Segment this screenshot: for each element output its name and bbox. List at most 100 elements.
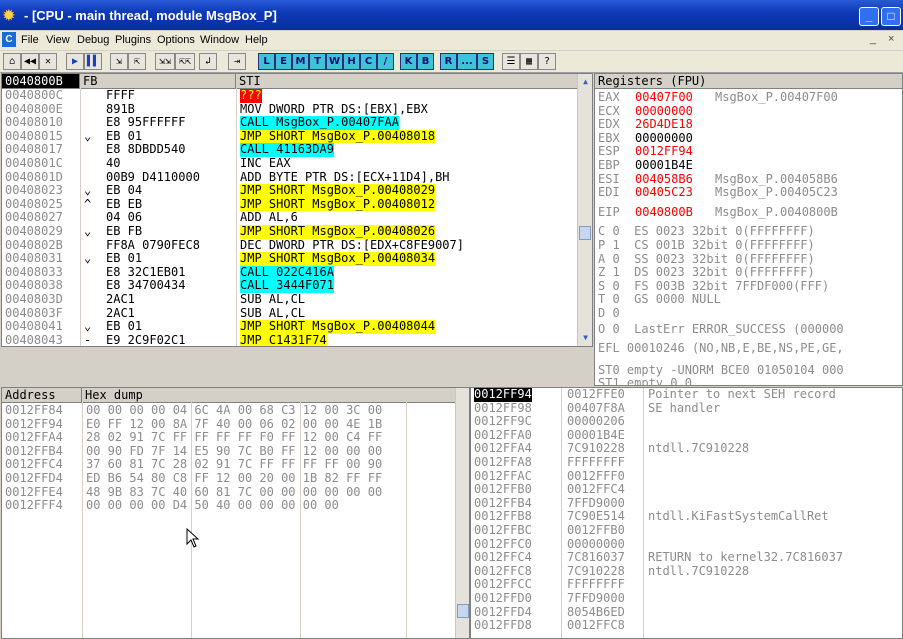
register-value[interactable]: 0040800B (635, 205, 693, 220)
flag-segment-row[interactable]: P 1 CS 001B 32bit 0(FFFFFFFF) (598, 238, 815, 253)
trace-over-icon[interactable]: ⇱⇱ (175, 53, 195, 70)
register-value[interactable]: 26D4DE18 (635, 118, 693, 132)
register-value[interactable]: 00407F00 (635, 90, 693, 105)
menu-debug[interactable]: Debug (77, 34, 109, 46)
disasm-scroll-thumb[interactable] (579, 226, 591, 240)
stack-row[interactable]: 0012FF9C 00000206 (471, 415, 902, 429)
register-row[interactable]: EDX 26D4DE18 (595, 118, 902, 132)
disasm-row[interactable]: 00408031 ⌄ EB 01 JMP SHORT MsgBox_P.0040803… (2, 252, 577, 266)
register-value[interactable]: 00000000 (635, 131, 693, 146)
close-program-icon[interactable]: ✕ (39, 53, 57, 70)
dump-hex-bytes[interactable]: 48 9B 83 7C 40 60 81 7C 00 00 00 00 00 0… (86, 485, 382, 500)
cpu-button[interactable]: C (360, 53, 377, 70)
registers-pane[interactable]: Registers (FPU) EAX 00407F00 MsgBox_P.0040… (594, 73, 903, 386)
scroll-down-icon[interactable]: ▼ (580, 332, 591, 343)
register-row[interactable]: ESI 004058B6 MsgBox_P.004058B6 (595, 172, 902, 187)
register-value[interactable]: 0012FF94 (635, 145, 693, 159)
stack-row[interactable]: 0012FF94 0012FFE0 Pointer to next SEH reco… (471, 388, 902, 402)
open-icon[interactable]: ⌂ (3, 53, 21, 70)
disasm-row[interactable]: 00408015 ⌄ EB 01 JMP SHORT MsgBox_P.0040801… (2, 129, 577, 144)
dump-row[interactable]: 0012FFA4 28 02 91 7C FF FF FF FF F0 FF 12… (2, 431, 455, 445)
list-icon[interactable]: ☰ (502, 53, 520, 70)
disasm-row[interactable]: 00408025 ^ EB EB JMP SHORT MsgBox_P.0040801… (2, 197, 577, 212)
stack-row[interactable]: 0012FF98 00407F8A SE handler (471, 401, 902, 416)
stack-row[interactable]: 0012FFB4 7FFD9000 (471, 496, 902, 511)
disasm-row[interactable]: 0040802B FF8A 0790FEC8 DEC DWORD PTR DS:[… (2, 238, 577, 253)
flag-segment-row[interactable]: Z 1 DS 0023 32bit 0(FFFFFFFF) (598, 266, 815, 280)
register-row[interactable]: ESP 0012FF94 (595, 145, 902, 159)
eflags-row[interactable]: EFL 00010246 (NO,NB,E,BE,NS,PE,GE, (598, 342, 844, 356)
dump-hex-bytes[interactable]: E0 FF 12 00 8A 7F 40 00 06 02 00 00 4E 1… (86, 417, 382, 432)
flag-segment-row[interactable]: T 0 GS 0000 NULL (598, 293, 721, 307)
flag-segment-row[interactable]: A 0 SS 0023 32bit 0(FFFFFFFF) (598, 252, 815, 267)
dump-hex-bytes[interactable]: ED B6 54 80 C8 FF 12 00 20 00 1B 82 FF F… (86, 471, 382, 486)
disasm-row[interactable]: 0040803F 2AC1 SUB AL,CL (2, 306, 577, 321)
register-row[interactable]: EAX 00407F00 MsgBox_P.00407F00 (595, 90, 902, 105)
stack-row[interactable]: 0012FFC4 7C816037 RETURN to kernel32.7C816… (471, 551, 902, 565)
register-row[interactable]: EBP 00001B4E (595, 158, 902, 173)
patches-button[interactable]: / (377, 53, 394, 70)
disasm-row[interactable]: 00408043 - E9 2C9F02C1 JMP C1431F74 (2, 333, 577, 346)
disasm-row[interactable]: 00408029 ⌄ EB FB JMP SHORT MsgBox_P.0040802… (2, 224, 577, 239)
cpu-child-icon[interactable]: C (2, 32, 16, 47)
menu-plugins[interactable]: Plugins (115, 34, 151, 46)
disassembly-pane[interactable]: 0040800B FB STI 0040800C FFFF??? 0040800E… (1, 73, 593, 347)
disasm-row[interactable]: 0040801D 00B9 D4110000 ADD BYTE PTR DS:[E… (2, 170, 577, 185)
flag-segment-row[interactable]: C 0 ES 0023 32bit 0(FFFFFFFF) (598, 225, 815, 239)
fpu-st0-row[interactable]: ST0 empty -UNORM BCE0 01050104 000 (598, 363, 844, 378)
stack-row[interactable]: 0012FFC0 00000000 (471, 537, 902, 552)
register-row[interactable]: EDI 00405C23 MsgBox_P.00405C23 (595, 186, 902, 200)
disasm-row[interactable]: 0040800C FFFF??? (2, 88, 577, 103)
menu-file[interactable]: File (21, 34, 39, 46)
register-row[interactable]: ECX 00000000 (595, 104, 902, 119)
run-trace-button[interactable]: ... (457, 53, 477, 70)
maximize-button[interactable]: □ (881, 7, 901, 26)
disasm-row[interactable]: 0040800E 891B MOV DWORD PTR DS:[EBX],EBX (2, 102, 577, 117)
fpu-st1-row[interactable]: ST1 empty 0.0 (598, 377, 692, 385)
stack-row[interactable]: 0012FFA0 00001B4E (471, 428, 902, 443)
disasm-row[interactable]: 00408023 ⌄ EB 04 JMP SHORT MsgBox_P.0040802… (2, 184, 577, 198)
dump-row[interactable]: 0012FFE4 48 9B 83 7C 40 60 81 7C 00 00 00… (2, 485, 455, 500)
register-row[interactable]: EBX 00000000 (595, 131, 902, 146)
pause-icon[interactable]: ▌▌ (84, 53, 102, 70)
source-button[interactable]: S (477, 53, 494, 70)
stack-row[interactable]: 0012FFB0 0012FFC4 (471, 483, 902, 497)
dump-row[interactable]: 0012FF94 E0 FF 12 00 8A 7F 40 00 06 02 00… (2, 417, 455, 432)
execute-till-return-icon[interactable]: ↲ (199, 53, 217, 70)
stack-row[interactable]: 0012FFD0 7FFD9000 (471, 591, 902, 606)
step-over-icon[interactable]: ⇱ (128, 53, 146, 70)
goto-address-icon[interactable]: ⇥ (228, 53, 246, 70)
menu-view[interactable]: View (46, 34, 70, 46)
dump-scrollbar[interactable] (455, 388, 469, 638)
step-into-icon[interactable]: ⇲ (110, 53, 128, 70)
stack-row[interactable]: 0012FFCC FFFFFFFF (471, 578, 902, 592)
dump-hex-bytes[interactable]: 00 00 00 00 D4 50 40 00 00 00 00 00 (86, 499, 339, 513)
disasm-scrollbar[interactable]: ▲ ▼ (577, 74, 592, 346)
menu-options[interactable]: Options (157, 34, 195, 46)
dump-row[interactable]: 0012FFB4 00 90 FD 7F 14 E5 90 7C B0 FF 12… (2, 444, 455, 459)
run-icon[interactable]: ▶ (66, 53, 84, 70)
flag-segment-row[interactable]: D 0 (598, 306, 620, 321)
dump-scroll-thumb[interactable] (457, 604, 469, 618)
register-value[interactable]: 00001B4E (635, 158, 693, 173)
trace-into-icon[interactable]: ⇲⇲ (155, 53, 175, 70)
stack-row[interactable]: 0012FFD8 0012FFC8 (471, 619, 902, 633)
references-button[interactable]: R (440, 53, 457, 70)
stack-pane[interactable]: 0012FF94 0012FFE0 Pointer to next SEH reco… (470, 387, 903, 639)
stack-row[interactable]: 0012FFA8 FFFFFFFF (471, 455, 902, 470)
grid-icon[interactable]: ▦ (520, 53, 538, 70)
dump-row[interactable]: 0012FF84 00 00 00 00 04 6C 4A 00 68 C3 12… (2, 403, 455, 418)
flag-segment-row[interactable]: S 0 FS 003B 32bit 7FFDF000(FFF) (598, 279, 829, 294)
call-stack-button[interactable]: K (400, 53, 417, 70)
disasm-row[interactable]: 00408010 E8 95FFFFFF CALL MsgBox_P.00407F… (2, 116, 577, 130)
log-window-button[interactable]: L (258, 53, 275, 70)
register-row-eip[interactable]: EIP 0040800B MsgBox_P.0040800B (595, 205, 902, 220)
dump-hex-bytes[interactable]: 37 60 81 7C 28 02 91 7C FF FF FF FF 00 9… (86, 458, 382, 472)
dump-hex-bytes[interactable]: 28 02 91 7C FF FF FF FF F0 FF 12 00 C4 F… (86, 431, 382, 445)
mdi-minimize-button[interactable]: _ (870, 33, 876, 45)
dump-hex-bytes[interactable]: 00 90 FD 7F 14 E5 90 7C B0 FF 12 00 00 0… (86, 444, 382, 459)
stack-row[interactable]: 0012FFB8 7C90E514 ntdll.KiFastSystemCallRe… (471, 510, 902, 524)
hex-dump-pane[interactable]: Address Hex dump 0012FF84 00 00 00 00 04 … (1, 387, 470, 639)
register-value[interactable]: 00000000 (635, 104, 693, 119)
stack-row[interactable]: 0012FFD4 8054B6ED (471, 605, 902, 620)
